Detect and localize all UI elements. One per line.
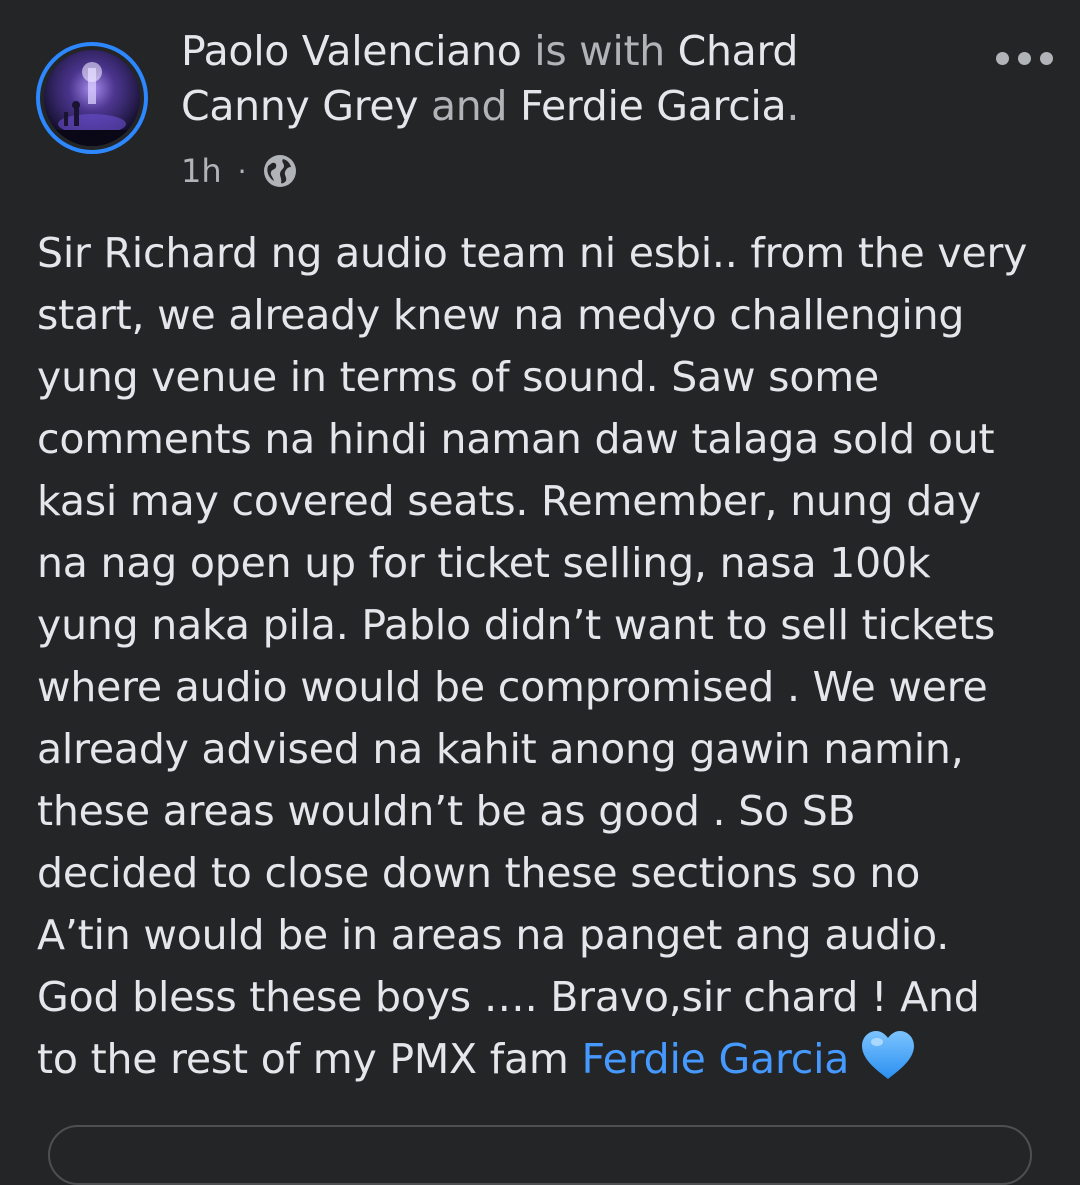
- body-line: A’tin would be in areas na panget ang au…: [37, 911, 950, 959]
- body-line: kasi may covered seats. Remember, nung d…: [37, 477, 982, 525]
- more-dot-3: [1039, 51, 1053, 65]
- body-last-line: to the rest of my PMX fam Ferdie Garcia: [37, 1028, 1057, 1090]
- header-period: .: [786, 82, 800, 130]
- meta-separator: ·: [237, 154, 247, 188]
- body-line: Sir Richard ng audio team ni esbi.. from…: [37, 229, 1028, 277]
- post-body-text: Sir Richard ng audio team ni esbi.. from…: [37, 222, 1057, 1090]
- body-line: where audio would be compromised . We we…: [37, 663, 988, 711]
- body-line: comments na hindi naman daw talaga sold …: [37, 415, 995, 463]
- body-line: decided to close down these sections so …: [37, 849, 921, 897]
- body-line: these areas wouldn’t be as good . So SB: [37, 787, 856, 835]
- more-dot-2: [1017, 51, 1031, 65]
- body-last-line-text: to the rest of my PMX fam: [37, 1035, 569, 1083]
- more-horizontal-icon: [995, 51, 1009, 65]
- with-text: is with: [534, 27, 665, 75]
- author-name-link[interactable]: Paolo Valenciano: [181, 27, 522, 75]
- tagged-person-1-part1: Chard: [677, 27, 799, 75]
- comment-input-field[interactable]: [48, 1125, 1032, 1185]
- tagged-person-2-link[interactable]: Ferdie Garcia: [520, 82, 787, 130]
- body-line: yung naka pila. Pablo didn’t want to sel…: [37, 601, 996, 649]
- tagged-person-1-part2: Canny Grey: [181, 82, 419, 130]
- mention-link-ferdie-garcia[interactable]: Ferdie Garcia: [582, 1035, 850, 1083]
- post-timestamp[interactable]: 1h: [181, 152, 222, 190]
- profile-avatar-story-ring[interactable]: [36, 42, 148, 154]
- globe-icon[interactable]: [263, 154, 297, 188]
- body-line: na nag open up for ticket selling, nasa …: [37, 539, 931, 587]
- post-meta: 1h ·: [181, 146, 297, 196]
- avatar[interactable]: [44, 50, 140, 146]
- body-line: already advised na kahit anong gawin nam…: [37, 725, 964, 773]
- and-text: and: [430, 82, 508, 130]
- body-line: God bless these boys …. Bravo,sir chard …: [37, 973, 980, 1021]
- post-header: Paolo Valenciano is with Chard Canny Grey…: [0, 0, 1080, 200]
- body-line: start, we already knew na medyo challeng…: [37, 291, 965, 339]
- body-line: yung venue in terms of sound. Saw some: [37, 353, 879, 401]
- more-options-button[interactable]: [984, 38, 1064, 78]
- blue-heart-icon: [859, 1029, 917, 1081]
- post-header-text: Paolo Valenciano is with Chard Canny Grey…: [181, 24, 961, 134]
